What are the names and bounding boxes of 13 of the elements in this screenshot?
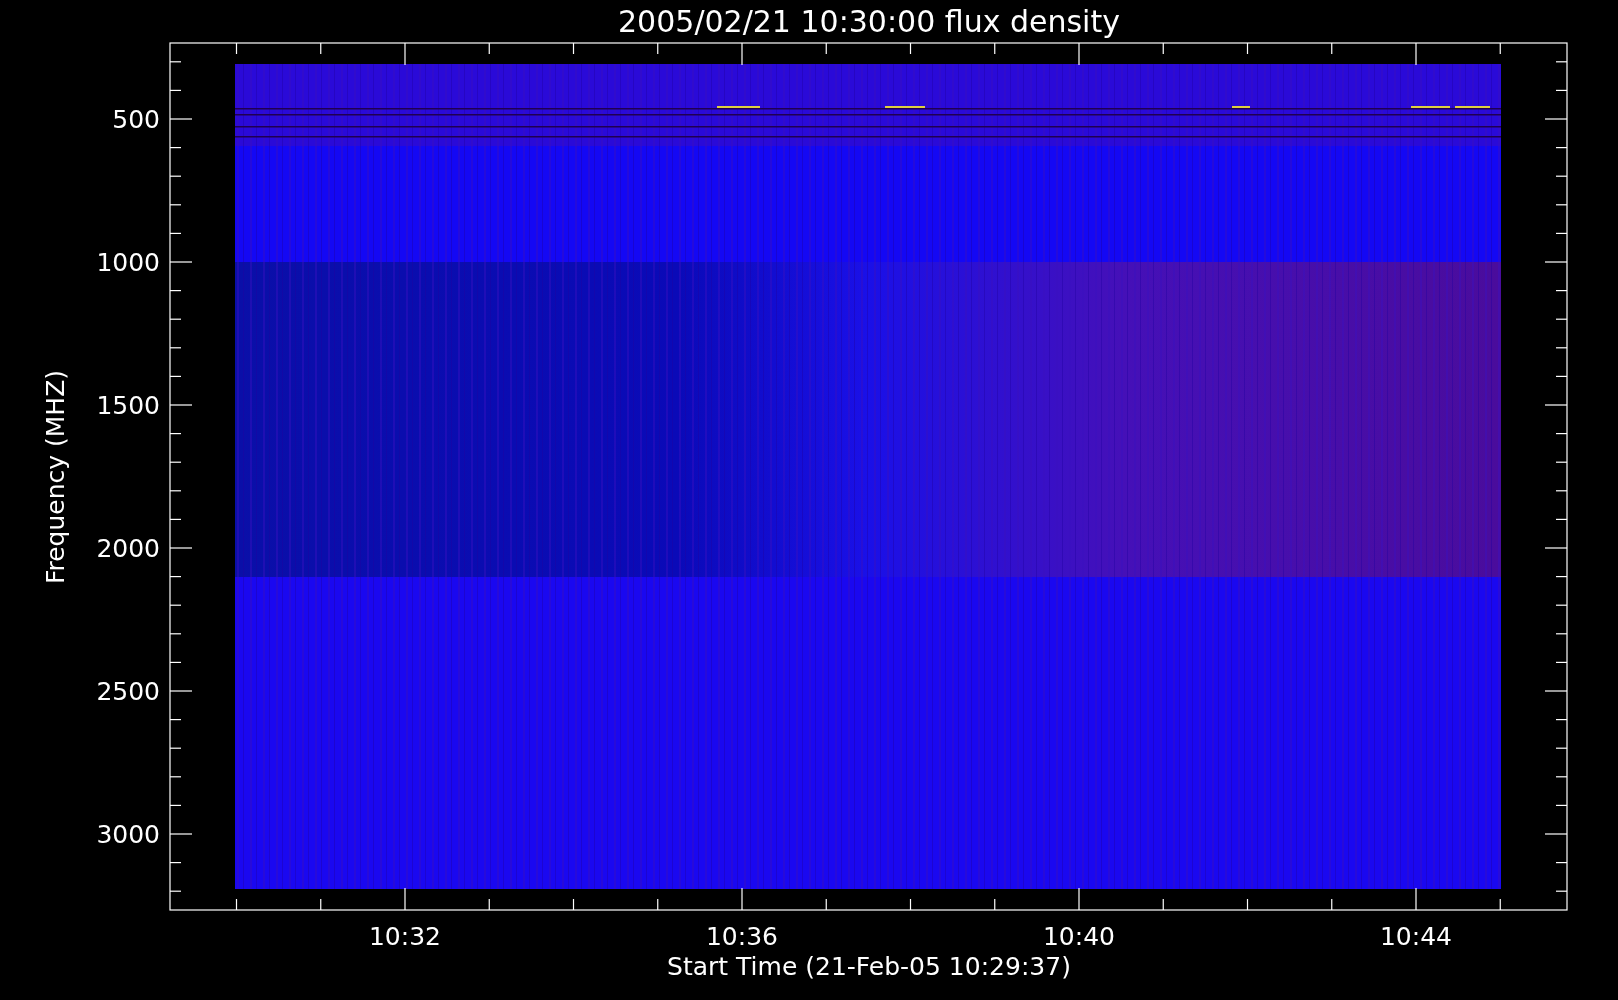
y-tick-label: 1500 [96, 391, 160, 420]
plot-title: 2005/02/21 10:30:00 flux density [618, 4, 1120, 39]
y-tick-label: 3000 [96, 820, 160, 849]
y-tick-label: 1000 [96, 248, 160, 277]
y-axis-label: Frequency (MHZ) [41, 369, 70, 585]
y-tick-label: 500 [112, 105, 160, 134]
x-tick-label: 10:40 [1043, 922, 1115, 951]
y-tick-label: 2000 [96, 534, 160, 563]
y-tick-label: 2500 [96, 677, 160, 706]
x-tick-label: 10:32 [369, 922, 441, 951]
x-axis-label: Start Time (21-Feb-05 10:29:37) [667, 952, 1071, 981]
x-tick-label: 10:44 [1380, 922, 1452, 951]
x-tick-label: 10:36 [706, 922, 778, 951]
